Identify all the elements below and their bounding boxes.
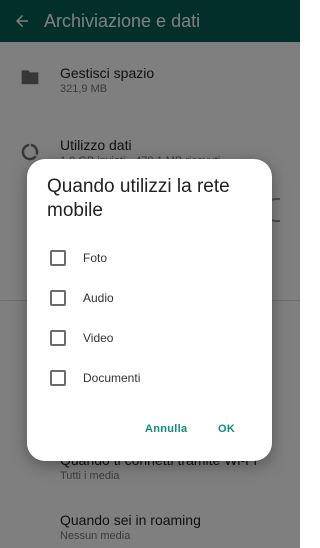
option-documenti[interactable]: Documenti <box>47 366 247 390</box>
dialog-title: Quando utilizzi la rete mobile <box>47 176 230 221</box>
mobile-data-dialog: Quando utilizzi la rete mobile Foto Audi… <box>27 159 272 461</box>
option-label: Audio <box>83 291 114 305</box>
cancel-button[interactable]: Annulla <box>145 423 187 435</box>
option-label: Foto <box>83 251 108 265</box>
ok-button[interactable]: OK <box>218 423 235 435</box>
option-foto[interactable]: Foto <box>47 246 247 270</box>
option-label: Video <box>83 331 114 345</box>
option-label: Documenti <box>83 371 141 385</box>
option-audio[interactable]: Audio <box>47 286 247 310</box>
checkbox[interactable] <box>50 330 66 346</box>
checkbox[interactable] <box>50 250 66 266</box>
checkbox[interactable] <box>50 370 66 386</box>
checkbox[interactable] <box>50 290 66 306</box>
option-video[interactable]: Video <box>47 326 247 350</box>
